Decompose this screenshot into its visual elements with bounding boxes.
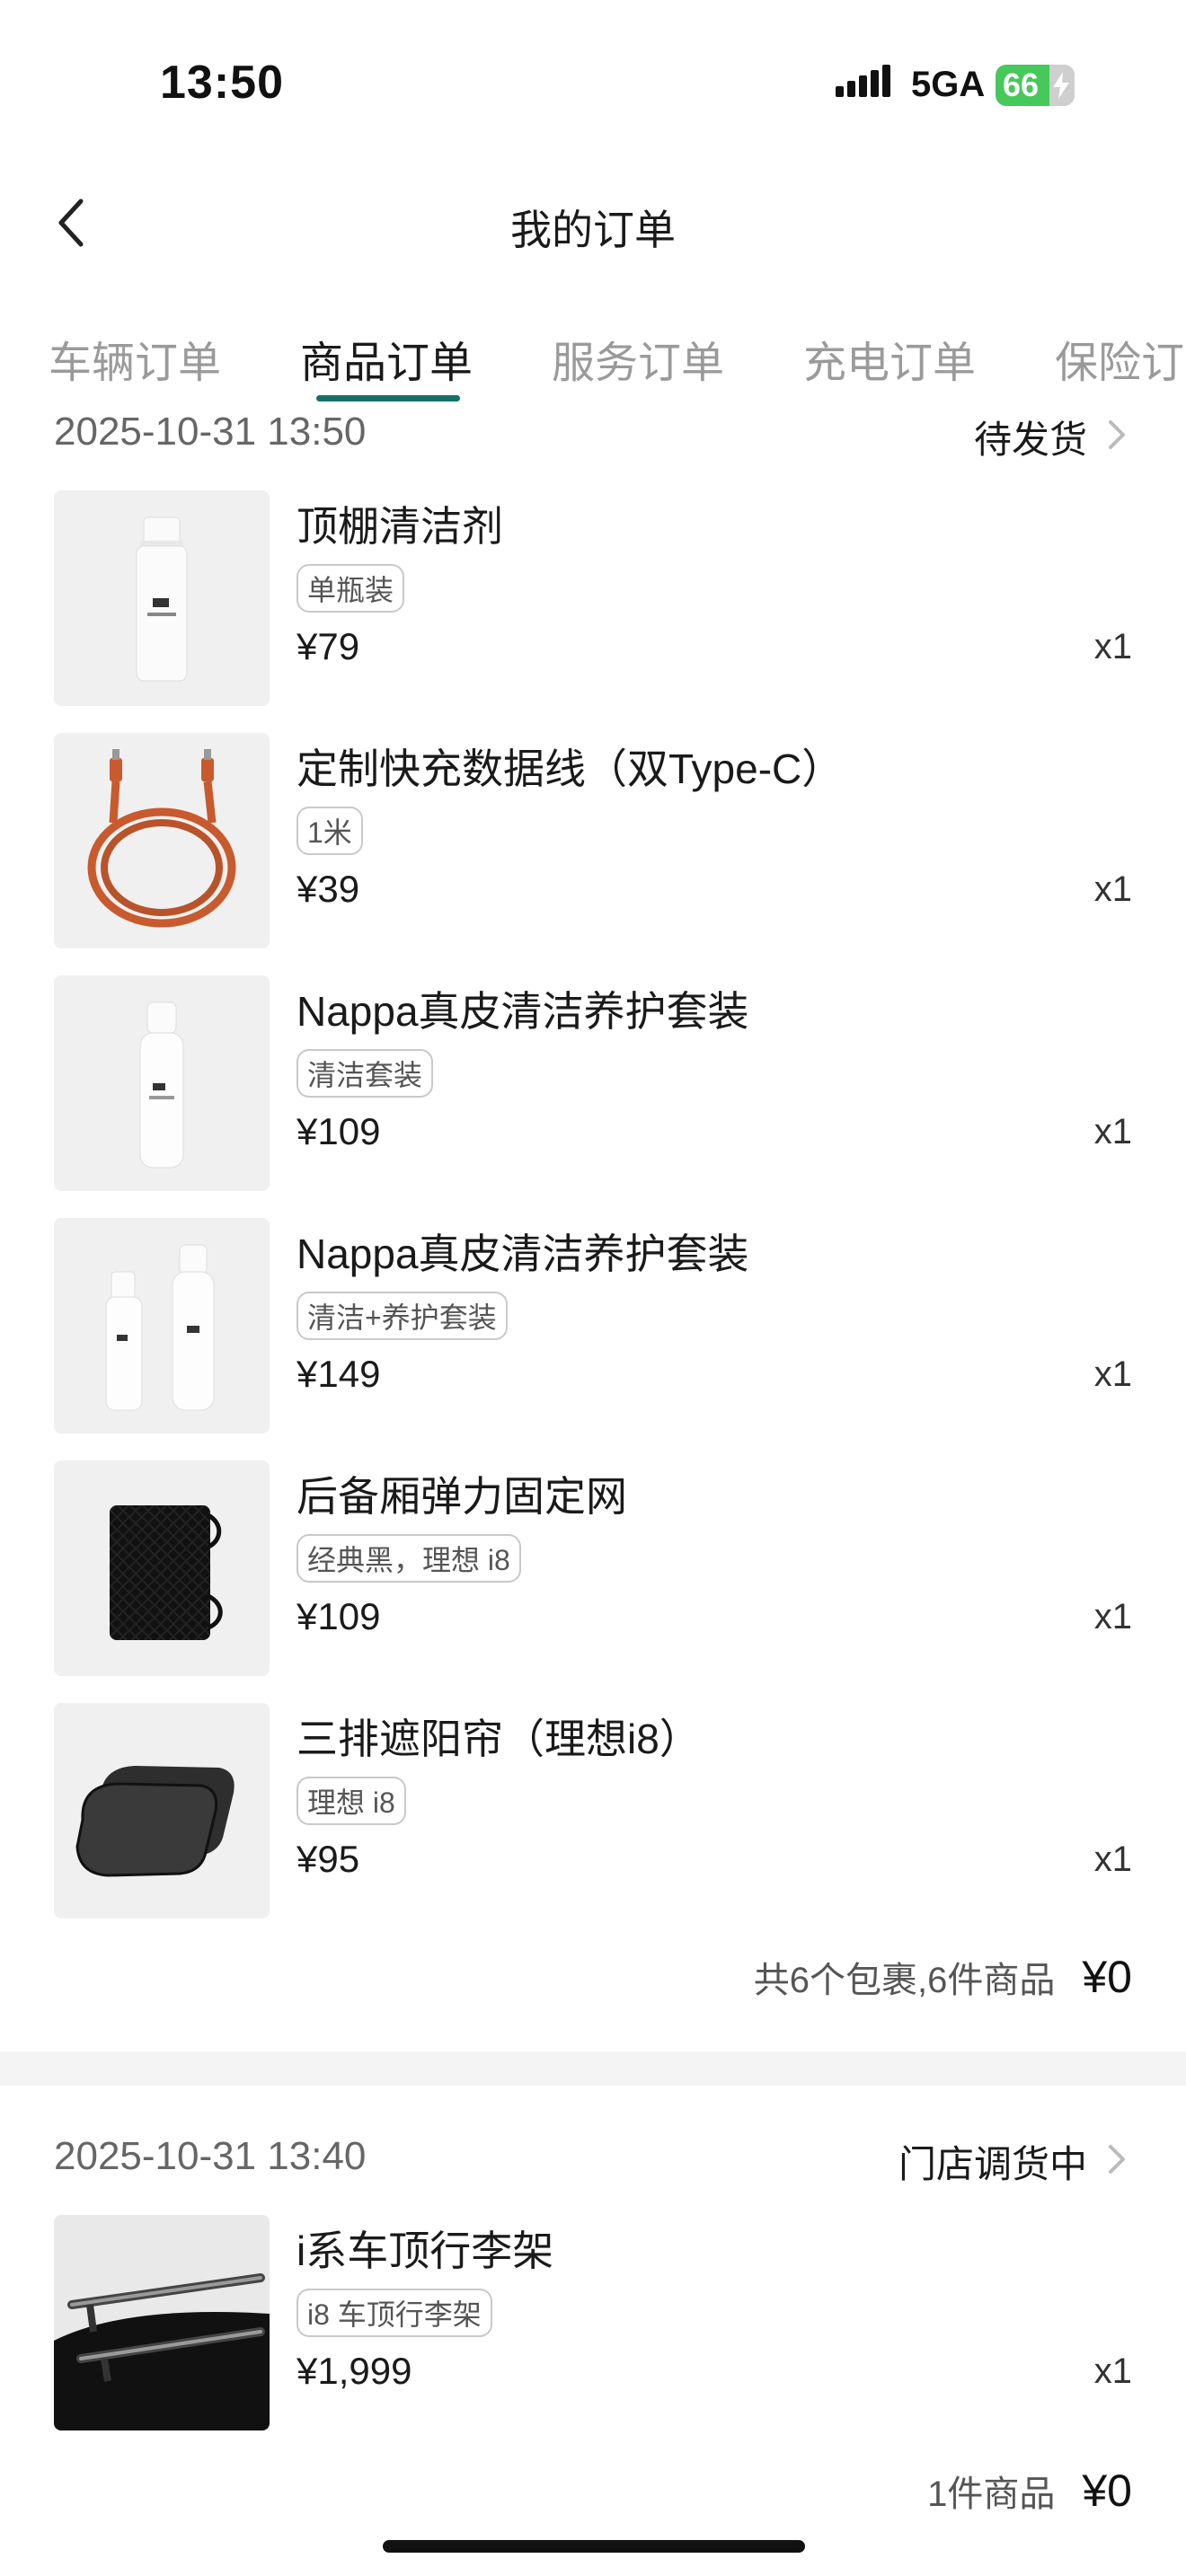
tab-service-orders[interactable]: 服务订单 — [552, 327, 724, 390]
order-item[interactable]: 三排遮阳帘（理想i8） 理想 i8 ¥95 x1 — [54, 1703, 1132, 1919]
product-image — [54, 1218, 270, 1434]
order-item[interactable]: Nappa真皮清洁养护套装 清洁+养护套装 ¥149 x1 — [54, 1218, 1132, 1434]
product-name: 三排遮阳帘（理想i8） — [296, 1716, 701, 1762]
product-image — [54, 1703, 270, 1919]
tab-vehicle-orders[interactable]: 车辆订单 — [49, 327, 221, 390]
product-spec-badge: 理想 i8 — [296, 1777, 406, 1825]
network-type: 5GA — [911, 65, 986, 104]
order-status-label: 门店调货中 — [898, 2143, 1087, 2185]
product-image — [54, 975, 270, 1191]
product-price: ¥1,999 — [296, 2350, 412, 2392]
status-bar: 13:50 5GA 66 — [0, 0, 1186, 171]
product-spec-badge: 1米 — [296, 807, 363, 855]
cargo-net-icon — [110, 1505, 223, 1640]
cleaner-bottle-icon — [136, 516, 188, 682]
product-quantity: x1 — [1093, 1597, 1132, 1636]
product-quantity: x1 — [1093, 1354, 1132, 1394]
tab-insurance-orders[interactable]: 保险订 — [1055, 327, 1184, 390]
product-spec-badge: i8 车顶行李架 — [296, 2289, 492, 2337]
product-image — [54, 2215, 270, 2430]
battery-empty-portion — [1049, 65, 1075, 106]
product-spec-badge: 清洁套装 — [296, 1049, 434, 1098]
order-header[interactable]: 2025-10-31 13:50 待发货 — [54, 410, 1132, 463]
order-total: ¥0 — [1082, 2466, 1132, 2516]
product-name: 定制快充数据线（双Type-C） — [296, 745, 844, 792]
product-price: ¥79 — [296, 625, 360, 667]
order-item[interactable]: i系车顶行李架 i8 车顶行李架 ¥1,999 x1 — [54, 2215, 1132, 2430]
product-name: 后备厢弹力固定网 — [296, 1473, 627, 1520]
order-status-label: 待发货 — [973, 419, 1087, 461]
status-time: 13:50 — [160, 57, 284, 109]
product-spec-badge: 清洁+养护套装 — [296, 1292, 508, 1340]
product-quantity: x1 — [1093, 1839, 1132, 1879]
product-price: ¥39 — [296, 868, 360, 910]
battery-indicator: 66 — [996, 65, 1075, 106]
order-summary-text: 1件商品 — [927, 2475, 1056, 2514]
order-type-tabs: 车辆订单 商品订单 服务订单 充电订单 保险订 — [0, 327, 1186, 408]
page-title: 我的订单 — [510, 207, 676, 253]
product-name: 顶棚清洁剂 — [296, 503, 503, 550]
order-item[interactable]: 后备厢弹力固定网 经典黑，理想 i8 ¥109 x1 — [54, 1460, 1132, 1676]
signal-icon — [836, 65, 890, 97]
product-name: Nappa真皮清洁养护套装 — [296, 988, 749, 1035]
usb-cable-icon — [87, 749, 236, 928]
product-image — [54, 490, 270, 706]
nav-bar: 我的订单 — [0, 171, 1186, 278]
product-quantity: x1 — [1093, 1112, 1132, 1151]
product-quantity: x1 — [1093, 627, 1132, 666]
sunshade-icon — [75, 1766, 235, 1877]
product-image — [54, 1460, 270, 1676]
order-header[interactable]: 2025-10-31 13:40 门店调货中 — [54, 2134, 1132, 2188]
battery-level: 66 — [1003, 66, 1040, 103]
product-name: i系车顶行李架 — [296, 2228, 554, 2274]
section-divider — [0, 2051, 1186, 2086]
home-indicator[interactable] — [383, 2540, 805, 2553]
foam-bottle-icon — [139, 1001, 184, 1169]
chevron-right-icon — [1109, 2145, 1125, 2174]
chevron-right-icon — [1109, 420, 1125, 449]
order-summary: 1件商品 ¥0 — [54, 2465, 1132, 2519]
order-item[interactable]: 顶棚清洁剂 单瓶装 ¥79 x1 — [54, 490, 1132, 706]
order-date: 2025-10-31 13:40 — [54, 2134, 367, 2178]
product-spec-badge: 经典黑，理想 i8 — [296, 1534, 521, 1583]
product-spec-badge: 单瓶装 — [296, 564, 405, 613]
order-total: ¥0 — [1082, 1952, 1132, 2002]
two-bottles-icon — [105, 1244, 215, 1411]
order-item[interactable]: 定制快充数据线（双Type-C） 1米 ¥39 x1 — [54, 733, 1132, 948]
order-summary: 共6个包裹,6件商品 ¥0 — [54, 1951, 1132, 2005]
tab-product-orders[interactable]: 商品订单 — [300, 327, 473, 390]
product-price: ¥149 — [296, 1353, 381, 1395]
order-date: 2025-10-31 13:50 — [54, 410, 367, 454]
tab-charging-orders[interactable]: 充电订单 — [803, 327, 976, 390]
product-price: ¥95 — [296, 1838, 360, 1880]
product-image — [54, 733, 270, 948]
product-price: ¥109 — [296, 1595, 381, 1637]
product-quantity: x1 — [1093, 869, 1132, 909]
order-status[interactable]: 待发货 — [974, 410, 1132, 464]
roof-rack-icon — [54, 2273, 270, 2430]
order-status[interactable]: 门店调货中 — [898, 2134, 1132, 2189]
product-name: Nappa真皮清洁养护套装 — [296, 1231, 749, 1277]
order-summary-text: 共6个包裹,6件商品 — [753, 1961, 1056, 2000]
active-tab-indicator — [316, 395, 460, 401]
product-price: ¥109 — [296, 1110, 381, 1152]
product-quantity: x1 — [1093, 2351, 1132, 2391]
order-item[interactable]: Nappa真皮清洁养护套装 清洁套装 ¥109 x1 — [54, 975, 1132, 1191]
charging-bolt-icon — [1053, 72, 1069, 99]
